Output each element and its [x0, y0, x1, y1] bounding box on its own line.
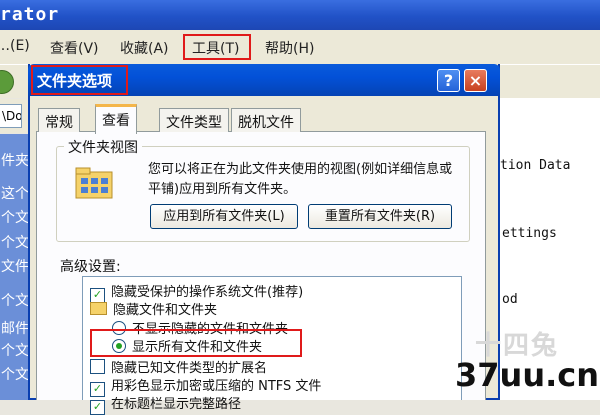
- advanced-settings-label: 高级设置:: [60, 259, 121, 275]
- setting-label: 在标题栏显示完整路径: [111, 397, 242, 412]
- sidebar-fragment: 个文: [1, 235, 29, 251]
- sidebar-fragment: 件夹: [1, 153, 29, 169]
- sidebar-fragment: 个文: [1, 293, 29, 309]
- setting-hide-extensions[interactable]: 隐藏已知文件类型的扩展名: [90, 357, 267, 377]
- checkbox-checked[interactable]: ✓: [90, 400, 105, 415]
- folder-views-icon: [75, 167, 113, 199]
- setting-label: 用彩色显示加密或压缩的 NTFS 文件: [111, 379, 322, 394]
- reset-all-folders-button[interactable]: 重置所有文件夹(R): [308, 204, 452, 229]
- menu-edit[interactable]: …(E): [0, 38, 30, 54]
- tab-file-types[interactable]: 文件类型: [159, 108, 229, 132]
- explorer-title: rator: [0, 4, 60, 25]
- file-item[interactable]: ettings: [502, 226, 557, 241]
- menu-view[interactable]: 查看(V): [50, 38, 99, 58]
- sidebar-fragment: 文件: [1, 259, 29, 275]
- menu-favorites[interactable]: 收藏(A): [120, 38, 169, 58]
- folder-views-description: 您可以将正在为此文件夹使用的视图(例如详细信息或平铺)应用到所有文件夹。: [148, 162, 453, 197]
- setting-color-ntfs-files[interactable]: ✓ 用彩色显示加密或压缩的 NTFS 文件: [90, 375, 322, 397]
- close-button[interactable]: ×: [464, 69, 487, 92]
- explorer-titlebar: [0, 0, 600, 30]
- show-all-files-highlight: [90, 329, 302, 357]
- tab-general[interactable]: 常规: [38, 108, 80, 132]
- watermark-site: 37uu.cn: [455, 356, 599, 394]
- setting-full-path-titlebar[interactable]: ✓ 在标题栏显示完整路径: [90, 393, 242, 415]
- address-input[interactable]: \Do: [0, 104, 22, 128]
- setting-label: 隐藏已知文件类型的扩展名: [111, 361, 268, 376]
- setting-hidden-files-folders: 隐藏文件和文件夹: [90, 299, 217, 319]
- sidebar-fragment: 个文: [1, 367, 29, 383]
- file-item[interactable]: tion Data: [500, 158, 570, 173]
- tools-menu-highlight: [183, 34, 251, 60]
- dialog-title-highlight: [31, 65, 128, 95]
- setting-label: 隐藏受保护的操作系统文件(推荐): [111, 285, 304, 300]
- help-button[interactable]: ?: [437, 69, 460, 92]
- sidebar-fragment: 这个: [1, 186, 29, 202]
- setting-label: 隐藏文件和文件夹: [113, 303, 218, 318]
- tab-view[interactable]: 查看: [95, 104, 137, 134]
- sidebar-fragment: 个文: [1, 343, 29, 359]
- sidebar-fragment: 个文: [1, 210, 29, 226]
- apply-to-all-folders-button[interactable]: 应用到所有文件夹(L): [150, 204, 298, 229]
- tab-offline-files[interactable]: 脱机文件: [231, 108, 301, 132]
- setting-hide-protected-os-files[interactable]: ✓ 隐藏受保护的操作系统文件(推荐): [90, 281, 304, 303]
- folder-views-title: 文件夹视图: [64, 137, 142, 157]
- file-item[interactable]: od: [502, 292, 518, 307]
- folder-icon: [90, 302, 107, 315]
- sidebar-fragment: 邮件: [1, 321, 29, 337]
- checkbox-unchecked[interactable]: [90, 359, 105, 374]
- menu-help[interactable]: 帮助(H): [265, 38, 314, 58]
